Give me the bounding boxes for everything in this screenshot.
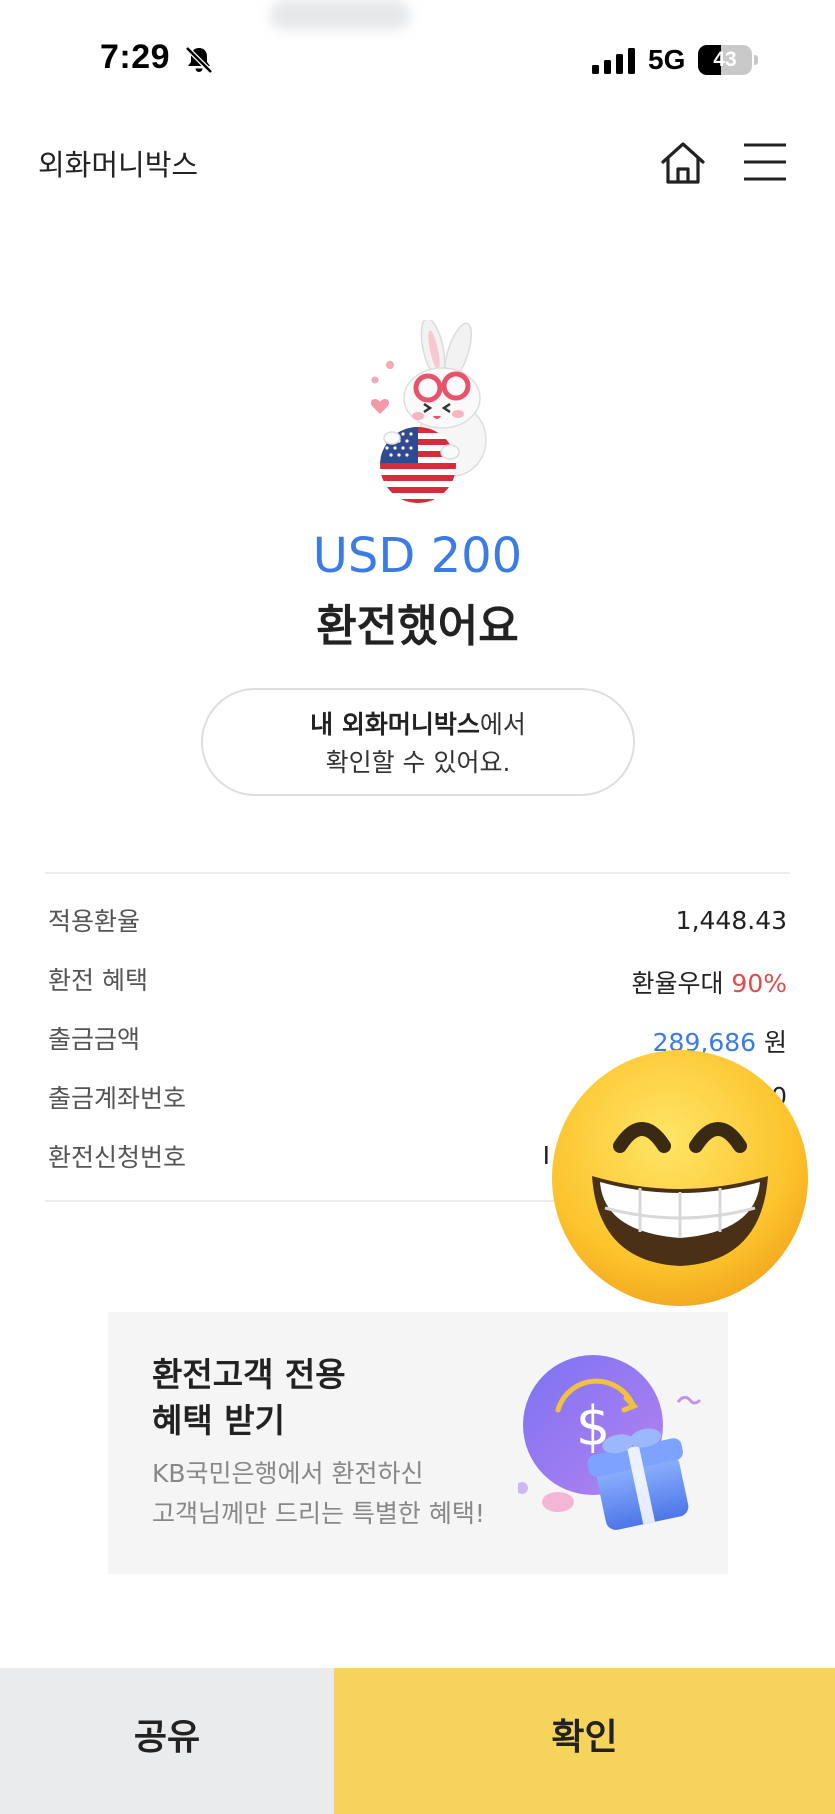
- request-label: 환전신청번호: [48, 1143, 187, 1172]
- account-label: 출금계좌번호: [48, 1084, 187, 1113]
- banner-sub-line-1: KB국민은행에서 환전하신: [152, 1459, 424, 1488]
- benefit-prefix: 환율우대: [631, 969, 732, 998]
- battery-icon: 43: [698, 45, 760, 75]
- network-type: 5G: [648, 44, 686, 75]
- hamburger-menu-icon[interactable]: [742, 140, 788, 184]
- status-bar: 7:29 5G 43: [0, 0, 835, 120]
- rate-label: 적용환율: [48, 907, 141, 936]
- grinning-face-emoji: [552, 1050, 808, 1306]
- pill-line-1: 내 외화머니박스에서: [203, 706, 633, 744]
- banner-title: 환전고객 전용 혜택 받기: [152, 1352, 346, 1444]
- banner-title-line-2: 혜택 받기: [152, 1401, 285, 1440]
- blurred-notification: [270, 0, 410, 30]
- banner-subtitle: KB국민은행에서 환전하신 고객님께만 드리는 특별한 혜택!: [152, 1454, 485, 1534]
- confirm-button[interactable]: 확인: [334, 1668, 835, 1814]
- banner-sub-line-2: 고객님께만 드리는 특별한 혜택!: [152, 1499, 485, 1528]
- rabbit-mascot-with-us-flag: [370, 320, 487, 503]
- signal-bars-icon: [592, 48, 635, 74]
- pill-bold-text: 내 외화머니박스: [310, 710, 480, 739]
- exchange-complete-message: 환전했어요: [316, 601, 519, 652]
- divider-top: [45, 872, 790, 874]
- home-icon[interactable]: [658, 138, 708, 188]
- pill-rest-text: 에서: [479, 710, 526, 739]
- page-title: 외화머니박스: [38, 148, 199, 182]
- status-time: 7:29: [100, 38, 171, 76]
- withdraw-label: 출금금액: [48, 1025, 141, 1054]
- dollar-coin-gift-icon: $: [518, 1355, 702, 1530]
- benefit-value: 환율우대 90%: [631, 964, 787, 1000]
- share-button[interactable]: 공유: [0, 1668, 334, 1814]
- benefit-percent: 90%: [731, 969, 787, 998]
- banner-title-line-1: 환전고객 전용: [152, 1355, 346, 1394]
- moneybox-info-pill[interactable]: 내 외화머니박스에서 확인할 수 있어요.: [201, 688, 635, 796]
- battery-percent: 43: [713, 48, 737, 71]
- benefit-label: 환전 혜택: [48, 966, 148, 995]
- pill-line-2: 확인할 수 있어요.: [325, 748, 511, 777]
- rate-value: 1,448.43: [675, 906, 787, 935]
- bell-slash-icon: [185, 46, 213, 74]
- exchanged-amount: USD 200: [312, 528, 523, 584]
- benefit-banner[interactable]: 환전고객 전용 혜택 받기 KB국민은행에서 환전하신 고객님께만 드리는 특별…: [108, 1312, 728, 1574]
- request-value: I: [542, 1141, 550, 1170]
